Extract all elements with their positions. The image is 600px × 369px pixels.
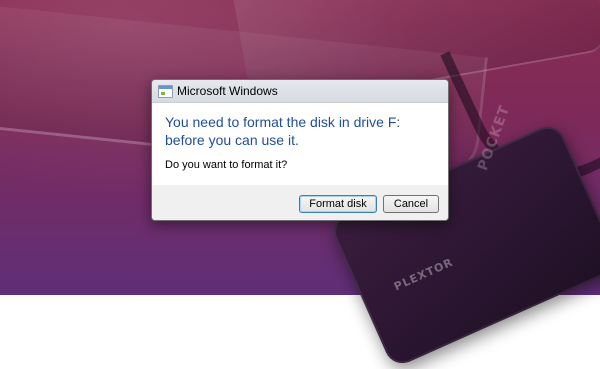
main-instruction: You need to format the disk in drive F: … [165, 114, 401, 148]
dialog-content: You need to format the disk in drive F: … [152, 103, 448, 186]
window-app-icon [158, 85, 173, 98]
dialog-footer: Format disk Cancel [152, 185, 448, 220]
dialog-title: Microsoft Windows [177, 84, 278, 98]
dialog-question: Do you want to format it? [165, 159, 288, 171]
dialog-titlebar[interactable]: Microsoft Windows [152, 80, 448, 103]
cancel-button[interactable]: Cancel [383, 195, 439, 213]
format-disk-dialog: Microsoft Windows You need to format the… [151, 79, 449, 221]
format-disk-button[interactable]: Format disk [299, 195, 377, 213]
